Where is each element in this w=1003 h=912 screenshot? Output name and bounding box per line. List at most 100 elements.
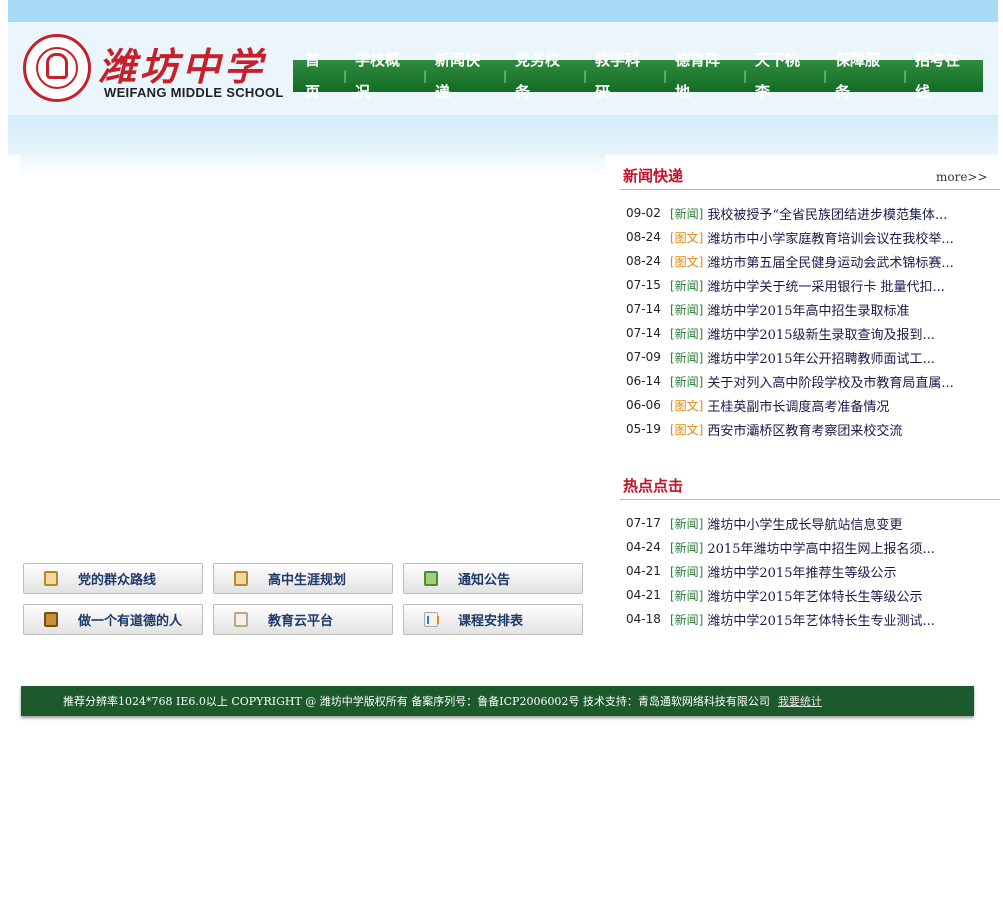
item-date: 09-02 (626, 206, 661, 220)
party-line-button[interactable]: 党的群众路线 (23, 563, 203, 594)
list-item[interactable]: 04-24 [新闻] 2015年潍坊中学高中招生网上报名须... (626, 536, 986, 558)
item-title-link[interactable]: 潍坊中学2015年推荐生等级公示 (707, 562, 896, 581)
item-title-link[interactable]: 我校被授予“全省民族团结进步模范集体... (707, 204, 947, 223)
list-item[interactable]: 07-17 [新闻] 潍坊中小学生成长导航站信息变更 (626, 512, 986, 534)
item-tag: [新闻] (670, 540, 704, 555)
item-tag: [图文] (670, 230, 704, 245)
item-tag: [新闻] (670, 564, 704, 579)
list-item[interactable]: 04-21 [新闻] 潍坊中学2015年艺体特长生等级公示 (626, 584, 986, 606)
clipboard-icon (234, 571, 248, 586)
item-date: 08-24 (626, 254, 661, 268)
item-tag: [新闻] (670, 516, 704, 531)
footer-copyright: 推荐分辨率1024*768 IE6.0以上 COPYRIGHT @ 潍坊中学版权… (63, 695, 770, 708)
item-tag: [图文] (670, 254, 704, 269)
notice-icon (424, 571, 438, 586)
hot-section-title: 热点点击 (623, 477, 684, 495)
divider (620, 189, 1000, 190)
nav-item-teaching[interactable]: 教学科研 (587, 44, 663, 108)
item-tag: [图文] (670, 398, 704, 413)
nav-item-news[interactable]: 新闻快递 (427, 44, 503, 108)
list-item[interactable]: 06-06 [图文] 王桂英副市长调度高考准备情况 (626, 394, 986, 416)
list-item[interactable]: 08-24 [图文] 潍坊市第五届全民健身运动会武术锦标赛... (626, 250, 986, 272)
item-tag: [新闻] (670, 326, 704, 341)
morality-button[interactable]: 做一个有道德的人 (23, 604, 203, 635)
nav-item-about[interactable]: 学校概况 (347, 44, 423, 108)
nav-item-admission[interactable]: 招考在线 (907, 44, 983, 108)
site-name-en: WEIFANG MIDDLE SCHOOL (104, 85, 284, 100)
list-item[interactable]: 08-24 [图文] 潍坊市中小学家庭教育培训会议在我校举... (626, 226, 986, 248)
item-date: 06-14 (626, 374, 661, 388)
item-title-link[interactable]: 潍坊市第五届全民健身运动会武术锦标赛... (707, 252, 953, 271)
site-name-cn[interactable]: 潍坊中学 (98, 36, 266, 91)
item-title-link[interactable]: 潍坊中小学生成长导航站信息变更 (707, 514, 902, 533)
chart-icon (424, 612, 439, 627)
item-title-link[interactable]: 潍坊市中小学家庭教育培训会议在我校举... (707, 228, 953, 247)
button-label: 党的群众路线 (78, 573, 157, 588)
clipboard-icon (44, 571, 58, 586)
item-title-link[interactable]: 潍坊中学2015级新生录取查询及报到... (707, 324, 934, 343)
schedule-button[interactable]: 课程安排表 (403, 604, 583, 635)
button-label: 通知公告 (458, 573, 511, 588)
item-tag: [新闻] (670, 588, 704, 603)
item-tag: [新闻] (670, 278, 704, 293)
item-tag: [图文] (670, 422, 704, 437)
stat-link[interactable]: 我要统计 (778, 693, 822, 709)
item-title-link[interactable]: 潍坊中学2015年高中招生录取标准 (707, 300, 909, 319)
book-icon (44, 612, 58, 627)
nav-item-party[interactable]: 党务校务 (507, 44, 583, 108)
school-seal-logo[interactable] (23, 34, 91, 102)
item-date: 07-17 (626, 516, 661, 530)
item-date: 07-14 (626, 326, 661, 340)
item-title-link[interactable]: 王桂英副市长调度高考准备情况 (707, 396, 889, 415)
item-title-link[interactable]: 关于对列入高中阶段学校及市教育局直属... (707, 372, 953, 391)
item-date: 06-06 (626, 398, 661, 412)
item-tag: [新闻] (670, 612, 704, 627)
item-date: 04-21 (626, 564, 661, 578)
item-date: 04-21 (626, 588, 661, 602)
news-more-link[interactable]: more>> (936, 170, 988, 184)
nav-item-service[interactable]: 保障服务 (827, 44, 903, 108)
item-date: 07-15 (626, 278, 661, 292)
item-date: 04-18 (626, 612, 661, 626)
nav-item-alumni[interactable]: 天下桃李 (747, 44, 823, 108)
button-label: 做一个有道德的人 (78, 614, 183, 629)
item-date: 07-14 (626, 302, 661, 316)
nav-item-home[interactable]: 首页 (297, 44, 343, 108)
header-strip (8, 115, 998, 155)
item-tag: [新闻] (670, 350, 704, 365)
item-title-link[interactable]: 潍坊中学2015年艺体特长生专业测试... (707, 610, 934, 629)
list-item[interactable]: 05-19 [图文] 西安市灞桥区教育考察团来校交流 (626, 418, 986, 440)
main-nav: 首页 | 学校概况 | 新闻快递 | 党务校务 | 教学科研 | 德育阵地 | … (293, 51, 983, 101)
item-date: 04-24 (626, 540, 661, 554)
list-item[interactable]: 06-14 [新闻] 关于对列入高中阶段学校及市教育局直属... (626, 370, 986, 392)
item-title-link[interactable]: 潍坊中学2015年公开招聘教师面试工... (707, 348, 934, 367)
divider (620, 499, 1000, 500)
seal-emblem-icon (46, 53, 68, 79)
list-item[interactable]: 04-18 [新闻] 潍坊中学2015年艺体特长生专业测试... (626, 608, 986, 630)
nav-item-moral[interactable]: 德育阵地 (667, 44, 743, 108)
button-label: 教育云平台 (268, 614, 334, 629)
item-title-link[interactable]: 潍坊中学关于统一采用银行卡 批量代扣... (707, 276, 945, 295)
item-title-link[interactable]: 2015年潍坊中学高中招生网上报名须... (707, 538, 934, 557)
list-item[interactable]: 07-14 [新闻] 潍坊中学2015级新生录取查询及报到... (626, 322, 986, 344)
item-date: 05-19 (626, 422, 661, 436)
item-title-link[interactable]: 潍坊中学2015年艺体特长生等级公示 (707, 586, 922, 605)
top-bar (8, 0, 998, 22)
list-item[interactable]: 07-15 [新闻] 潍坊中学关于统一采用银行卡 批量代扣... (626, 274, 986, 296)
notice-button[interactable]: 通知公告 (403, 563, 583, 594)
footer: 推荐分辨率1024*768 IE6.0以上 COPYRIGHT @ 潍坊中学版权… (21, 686, 974, 716)
list-item[interactable]: 07-14 [新闻] 潍坊中学2015年高中招生录取标准 (626, 298, 986, 320)
list-item[interactable]: 04-21 [新闻] 潍坊中学2015年推荐生等级公示 (626, 560, 986, 582)
banner-area (20, 155, 605, 177)
list-item[interactable]: 07-09 [新闻] 潍坊中学2015年公开招聘教师面试工... (626, 346, 986, 368)
item-title-link[interactable]: 西安市灞桥区教育考察团来校交流 (707, 420, 902, 439)
career-planning-button[interactable]: 高中生涯规划 (213, 563, 393, 594)
edu-cloud-button[interactable]: 教育云平台 (213, 604, 393, 635)
item-tag: [新闻] (670, 302, 704, 317)
news-section-title: 新闻快递 (623, 167, 684, 185)
button-label: 高中生涯规划 (268, 573, 347, 588)
item-date: 08-24 (626, 230, 661, 244)
window-icon (234, 612, 248, 627)
list-item[interactable]: 09-02 [新闻] 我校被授予“全省民族团结进步模范集体... (626, 202, 986, 224)
item-date: 07-09 (626, 350, 661, 364)
